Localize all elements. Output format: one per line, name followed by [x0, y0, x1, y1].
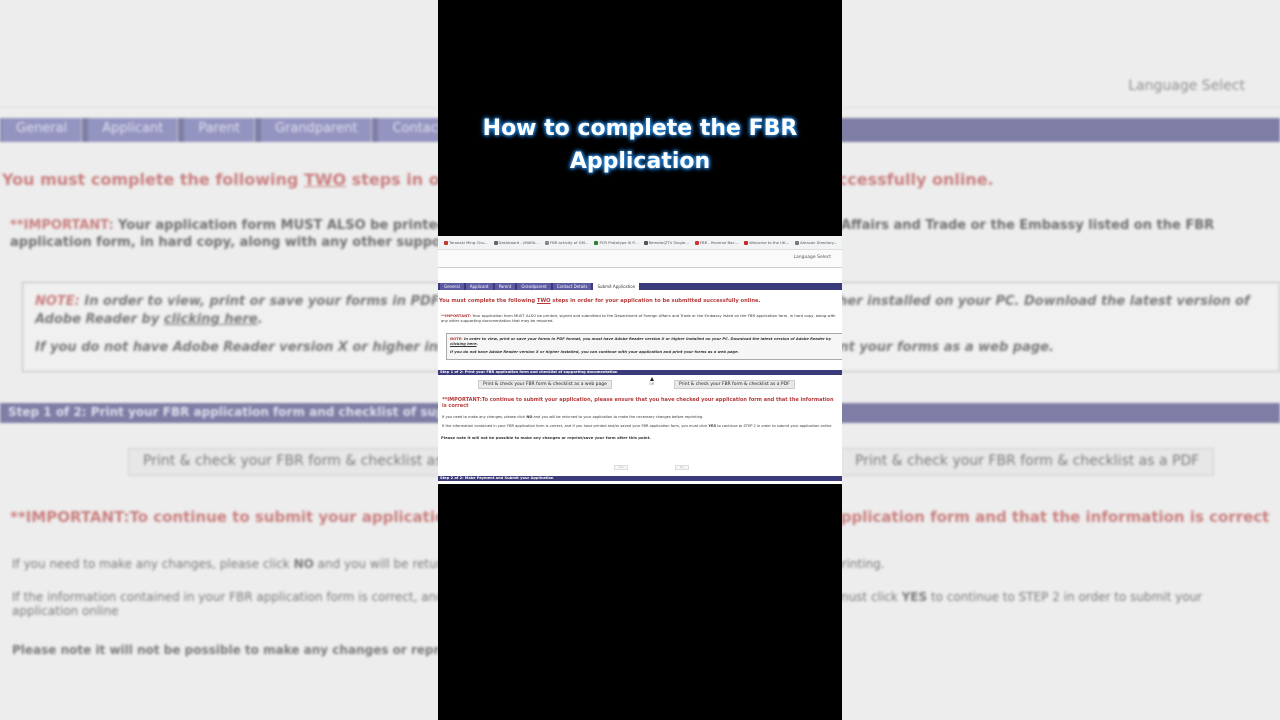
page-screenshot: Taranaki Ming Chu... Dashboard - (MARA..… — [438, 236, 842, 484]
tab-bar: General Applicant Parent Grandparent Con… — [438, 283, 842, 290]
page-content: You must complete the following TWO step… — [438, 292, 842, 440]
bookmark-icon — [744, 240, 749, 245]
bookmarks-bar: Taranaki Ming Chu... Dashboard - (MARA..… — [438, 236, 842, 250]
page-heading: You must complete the following TWO step… — [439, 298, 761, 304]
important-notice: **IMPORTANT: Your application form MUST … — [441, 313, 836, 324]
bookmark-icon — [493, 240, 498, 245]
video-frame: How to complete the FBR Application Tara… — [438, 0, 842, 720]
tab-grandparent[interactable]: Grandparent — [517, 283, 551, 290]
final-warning: Please note it will not be possible to m… — [441, 435, 651, 441]
yes-button[interactable]: Yes — [614, 465, 628, 470]
tab-applicant[interactable]: Applicant — [465, 283, 493, 290]
bg-tab-grandparent: Grandparent — [260, 118, 373, 142]
bookmark-item[interactable]: Welcome to the UK... — [744, 240, 789, 245]
bookmark-item[interactable]: Taranaki Ming Chu... — [444, 240, 488, 245]
adobe-note-box: NOTE: In order to view, print or save yo… — [446, 333, 842, 361]
tab-submit-application[interactable]: Submit Application — [593, 283, 640, 290]
print-button-row: Print & check your FBR form & checklist … — [438, 375, 842, 397]
bookmark-icon — [594, 240, 599, 245]
bookmark-icon — [444, 240, 448, 245]
bg-pdf-button: Print & check your FBR form & checklist … — [840, 448, 1215, 476]
caption-line-2: Application — [569, 149, 711, 174]
step2-bar[interactable]: Step 2 of 2: Make Payment and Submit you… — [438, 476, 842, 481]
tab-general[interactable]: General — [440, 283, 464, 290]
continue-instruction: If the information contained in your FBR… — [442, 424, 832, 429]
bg-tab-applicant: Applicant — [88, 118, 179, 142]
video-caption: How to complete the FBR Application — [438, 112, 842, 178]
bookmark-item[interactable]: Remote(ZTV Single... — [643, 240, 689, 245]
important-check-notice: **IMPORTANT:To continue to submit your a… — [442, 397, 834, 409]
tab-contact-details[interactable]: Contact Details — [552, 283, 592, 290]
bg-tab-general: General — [2, 118, 83, 142]
changes-instruction: If you need to make any changes, please … — [442, 414, 704, 419]
bg-tab-parent: Parent — [184, 118, 255, 142]
bookmark-item[interactable]: FBR - Reverse Bac... — [694, 240, 738, 245]
bookmark-icon — [694, 240, 699, 245]
or-label: OR — [649, 382, 655, 387]
page-header — [438, 250, 842, 268]
print-webpage-button[interactable]: Print & check your FBR form & checklist … — [478, 380, 612, 390]
tab-parent[interactable]: Parent — [494, 283, 516, 290]
bookmark-item[interactable]: FBR activity of GM... — [544, 240, 588, 245]
bookmark-item[interactable]: PCR Prototype III P... — [594, 240, 638, 245]
bookmark-item[interactable]: Dashboard - (MARA... — [493, 240, 539, 245]
download-adobe-link[interactable]: clicking here — [450, 342, 477, 346]
caption-line-1: How to complete the FBR — [482, 116, 798, 141]
no-button[interactable]: No — [675, 465, 689, 470]
bookmark-icon — [643, 240, 648, 245]
mouse-cursor-icon — [650, 377, 654, 381]
bookmark-icon — [544, 240, 549, 245]
bookmark-item[interactable]: Amazon Directory... — [795, 240, 837, 245]
bg-language-select: Language Select — [1128, 78, 1245, 94]
bookmark-icon — [795, 240, 800, 245]
language-select[interactable]: Language Select — [793, 255, 831, 260]
print-pdf-button[interactable]: Print & check your FBR form & checklist … — [674, 380, 795, 390]
